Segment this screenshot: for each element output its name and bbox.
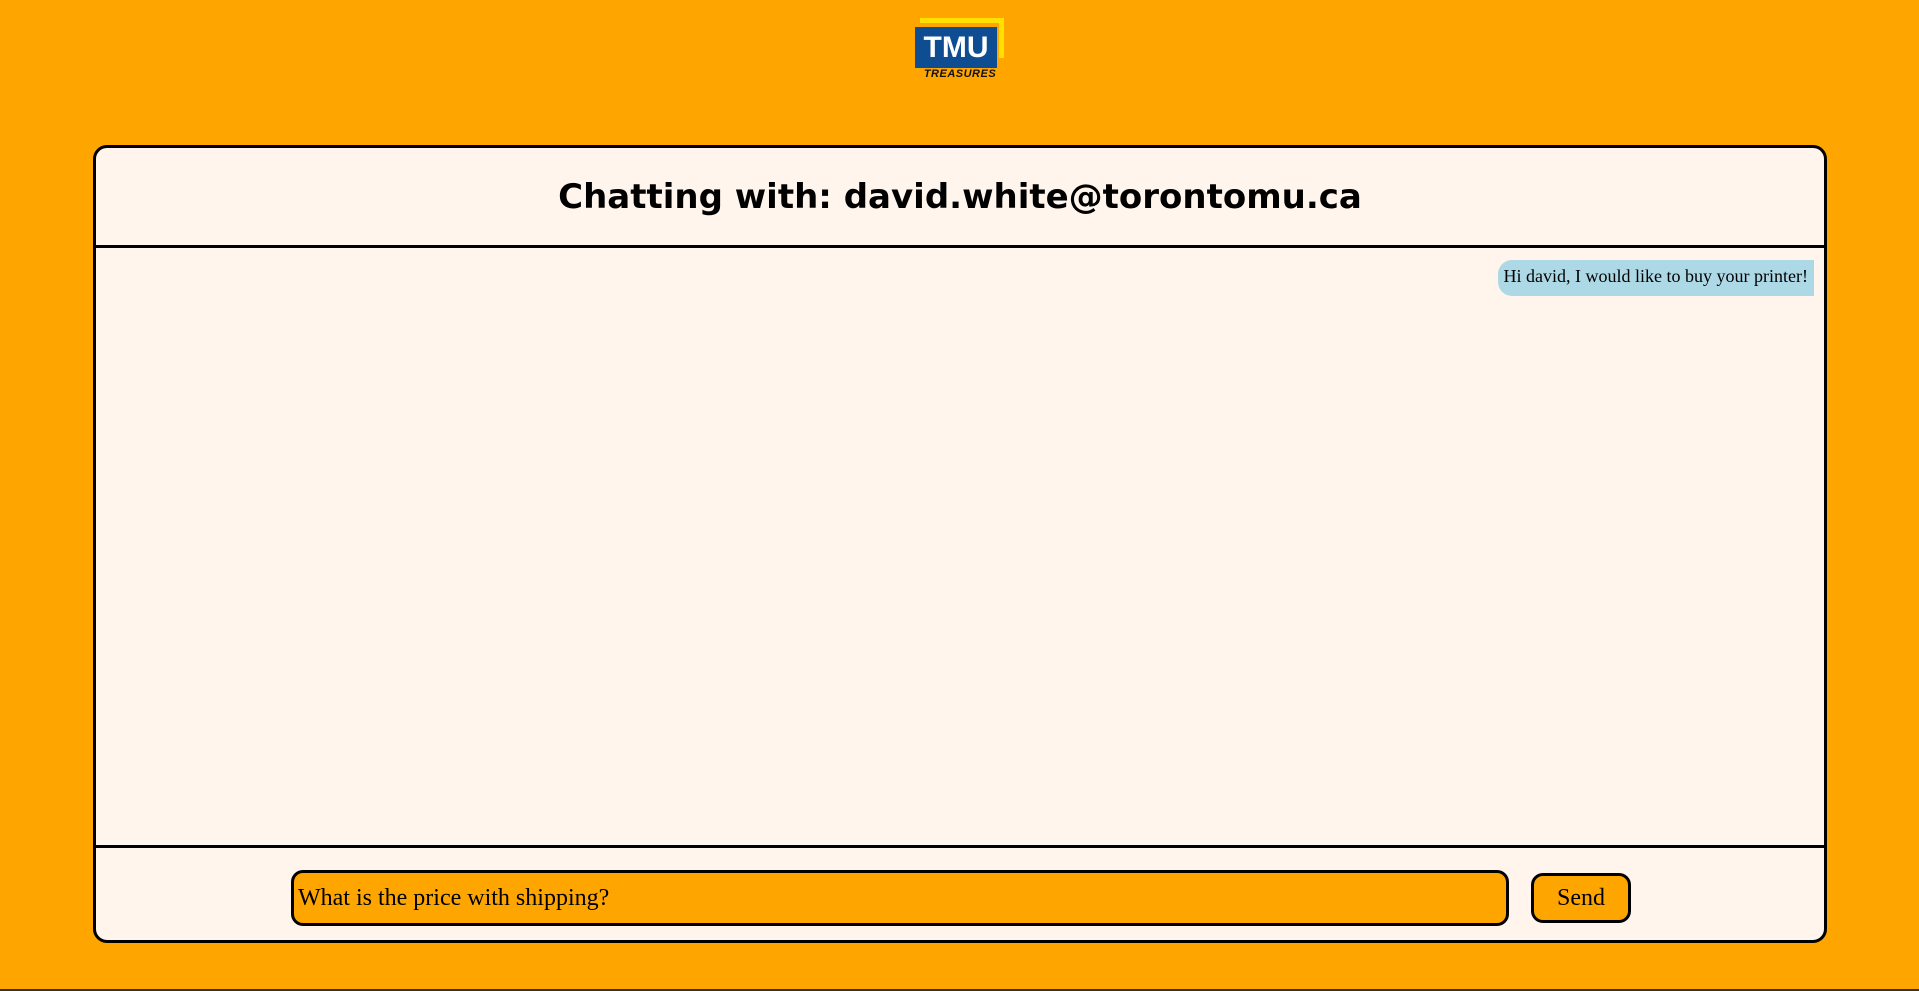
logo-tmu-text: TMU bbox=[915, 27, 997, 68]
send-button[interactable]: Send bbox=[1531, 873, 1631, 923]
chat-header: Chatting with: david.white@torontomu.ca bbox=[96, 148, 1824, 248]
message-list[interactable]: Hi david, I would like to buy your print… bbox=[96, 248, 1824, 848]
message-row: Hi david, I would like to buy your print… bbox=[96, 248, 1824, 296]
message-input[interactable] bbox=[291, 870, 1509, 926]
message-composer: Send bbox=[96, 848, 1824, 940]
tmu-treasures-logo: TMU TREASURES bbox=[914, 18, 1006, 80]
message-bubble-sent: Hi david, I would like to buy your print… bbox=[1497, 260, 1814, 296]
logo-treasures-text: TREASURES bbox=[923, 68, 997, 80]
chat-title: Chatting with: david.white@torontomu.ca bbox=[558, 176, 1362, 217]
chat-panel: Chatting with: david.white@torontomu.ca … bbox=[93, 145, 1827, 943]
